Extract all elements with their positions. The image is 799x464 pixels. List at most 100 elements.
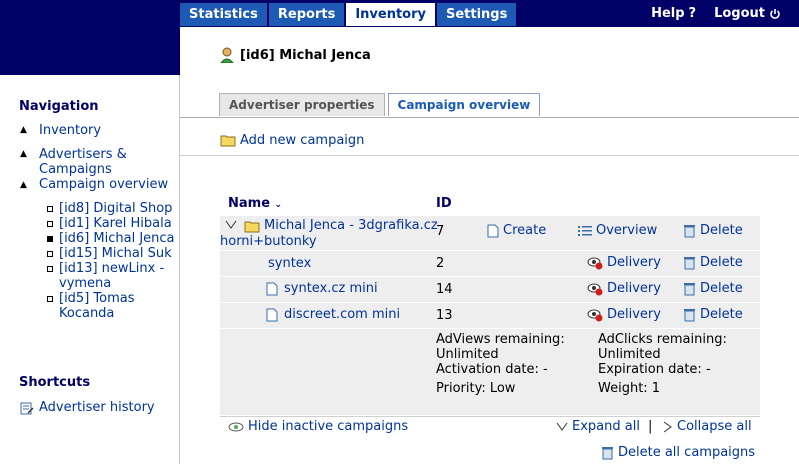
tab-statistics[interactable]: Statistics (180, 3, 267, 26)
column-header-name[interactable]: Name ⌄ (228, 196, 282, 211)
sidebar-item-advertisers-2[interactable]: Campaigns (39, 162, 112, 177)
sidebar-advertiser-id6[interactable]: [id6] Michal Jenca (59, 231, 175, 246)
delete-label: Delete (700, 307, 743, 322)
chevron-down-icon (225, 220, 237, 229)
document-icon (266, 308, 278, 322)
delivery-label: Delivery (607, 255, 661, 270)
sort-down-icon: ⌄ (274, 200, 283, 210)
delivery-link[interactable]: Delivery (587, 307, 661, 322)
sidebar-advertiser-id1[interactable]: [id1] Karel Hibala (59, 216, 172, 231)
collapse-all-link[interactable]: Collapse all (663, 419, 752, 434)
trash-icon (684, 308, 695, 321)
sidebar-item-inventory[interactable]: Inventory (39, 123, 101, 138)
campaign-name-link[interactable]: Michal Jenca - 3dgrafika.cz (264, 218, 438, 233)
sidebar-advertiser-id5[interactable]: [id5] Tomas (59, 291, 135, 306)
power-icon (770, 8, 780, 19)
priority: Priority: Low (436, 381, 516, 396)
bullet-icon (47, 296, 53, 302)
sidebar: Navigation ▲ Inventory ▲ Advertisers & C… (0, 75, 180, 464)
sidebar-advertiser-id8[interactable]: [id8] Digital Shop (59, 201, 172, 216)
delete-campaign-link[interactable]: Delete (683, 223, 743, 238)
overview-link[interactable]: Overview (578, 223, 657, 238)
sidebar-advertiser-id13-2[interactable]: vymena (59, 276, 111, 291)
expand-toggle[interactable] (225, 219, 237, 234)
activation-date: Activation date: - (436, 362, 548, 377)
campaign-details: AdViews remaining: Unlimited Activation … (220, 329, 760, 416)
sidebar-advertiser-id15[interactable]: [id15] Michal Suk (59, 246, 172, 261)
bullet-icon (47, 221, 53, 227)
adclicks-label: AdClicks remaining: (598, 332, 727, 347)
table-footer: Hide inactive campaigns Expand all | Col… (220, 416, 760, 460)
campaign-id: 7 (436, 224, 445, 239)
delete-banner-link[interactable]: Delete (683, 255, 743, 270)
user-icon (220, 47, 234, 63)
chevron-down-icon (556, 422, 568, 431)
add-new-campaign-link[interactable]: Add new campaign (220, 133, 364, 148)
page-title: [id6] Michal Jenca (220, 47, 371, 63)
banner-name-link[interactable]: discreet.com mini (284, 307, 400, 322)
bullet-icon (47, 251, 53, 257)
footer-separator: | (648, 419, 653, 434)
trash-icon (684, 224, 695, 237)
page-title-text: [id6] Michal Jenca (240, 47, 371, 63)
delivery-icon (587, 309, 603, 321)
create-banner-link[interactable]: Create (487, 223, 546, 238)
sidebar-advertiser-id5-2[interactable]: Kocanda (59, 306, 114, 321)
sidebar-item-advertisers[interactable]: Advertisers & (39, 147, 127, 162)
hide-inactive-campaigns-link[interactable]: Hide inactive campaigns (228, 419, 408, 434)
column-name-label: Name (228, 196, 271, 211)
content-tabs: Advertiser properties Campaign overview (219, 93, 543, 116)
sidebar-advertiser-id13[interactable]: [id13] newLinx - (59, 261, 164, 276)
delivery-icon (587, 257, 603, 269)
logout-link[interactable]: Logout (714, 6, 781, 21)
delete-label: Delete (700, 255, 743, 270)
list-icon (578, 225, 592, 236)
chevron-up-icon: ▲ (20, 149, 27, 159)
expand-all-label: Expand all (572, 419, 640, 434)
tab-settings[interactable]: Settings (436, 3, 517, 26)
create-label: Create (503, 223, 547, 238)
eye-icon (228, 422, 244, 431)
collapse-all-label: Collapse all (677, 419, 752, 434)
bullet-icon (47, 236, 53, 242)
banner-id: 14 (436, 282, 453, 297)
delete-banner-link[interactable]: Delete (683, 281, 743, 296)
delivery-link[interactable]: Delivery (587, 255, 661, 270)
help-label: Help (651, 6, 685, 21)
adclicks-value: Unlimited (598, 347, 661, 362)
campaign-row: Michal Jenca - 3dgrafika.cz horni+butonk… (220, 216, 760, 251)
delete-label: Delete (700, 281, 743, 296)
delivery-link[interactable]: Delivery (587, 281, 661, 296)
tab-advertiser-properties[interactable]: Advertiser properties (219, 93, 385, 116)
tab-campaign-overview[interactable]: Campaign overview (387, 93, 541, 116)
advertiser-history-link[interactable]: Advertiser history (39, 400, 155, 415)
delivery-label: Delivery (607, 307, 661, 322)
weight: Weight: 1 (598, 381, 661, 396)
expand-all-link[interactable]: Expand all (556, 419, 640, 434)
folder-icon (244, 221, 260, 233)
campaign-name-link-2[interactable]: horni+butonky (220, 234, 317, 249)
sidebar-item-campaign-overview[interactable]: Campaign overview (39, 177, 168, 192)
history-icon (20, 402, 34, 415)
delete-all-label: Delete all campaigns (618, 445, 756, 460)
chevron-right-icon (663, 421, 672, 432)
banner-name-link[interactable]: syntex (268, 256, 311, 271)
question-icon: ? (688, 6, 697, 21)
tab-reports[interactable]: Reports (268, 3, 345, 26)
help-link[interactable]: Help? (651, 6, 696, 21)
delete-banner-link[interactable]: Delete (683, 307, 743, 322)
delete-all-campaigns-link[interactable]: Delete all campaigns (601, 445, 755, 460)
chevron-up-icon: ▲ (20, 180, 27, 190)
banner-id: 13 (436, 308, 453, 323)
tab-inventory[interactable]: Inventory (346, 3, 435, 26)
banner-name-link[interactable]: syntex.cz mini (284, 281, 378, 296)
column-header-id: ID (436, 196, 452, 211)
banner-row: syntex 2 Delivery Delete (220, 251, 760, 277)
logout-label: Logout (714, 6, 765, 21)
navigation-title: Navigation (19, 99, 99, 114)
top-right-links: Help? Logout (651, 6, 781, 21)
bullet-icon (47, 206, 53, 212)
double-chevron-up-icon: ▲ (20, 125, 27, 135)
tab-divider (180, 117, 799, 118)
document-icon (487, 224, 499, 237)
